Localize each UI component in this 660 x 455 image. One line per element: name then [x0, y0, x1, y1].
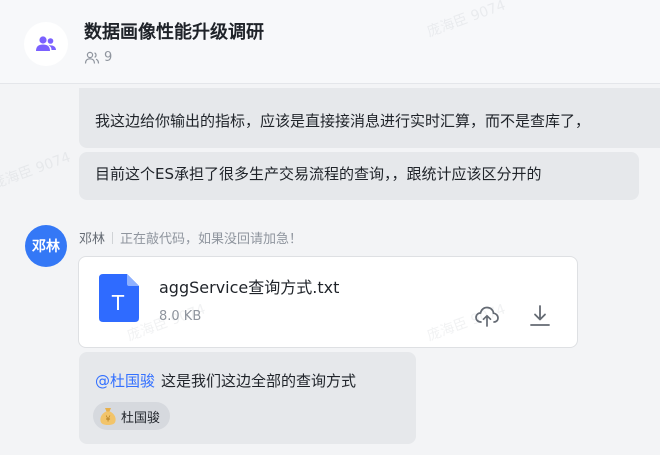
member-count-value: 9	[104, 50, 113, 65]
watermark: 庞海臣 9074	[0, 149, 73, 193]
member-count[interactable]: 9	[84, 50, 112, 65]
message-text: 我这边给你输出的指标，应该是直接接消息进行实时汇算，而不是查库了，	[95, 112, 591, 130]
message-text: 目前这个ES承担了很多生产交易流程的查询，，跟统计应该区分开的	[95, 165, 542, 183]
svg-text:¥: ¥	[105, 415, 110, 424]
download-icon	[530, 305, 550, 326]
file-attachment-card[interactable]: T aggService查询方式.txt 8.0 KB	[78, 256, 578, 348]
group-avatar[interactable]	[24, 22, 68, 66]
message-body: 这是我们这边全部的查询方式	[161, 372, 357, 390]
divider	[112, 231, 114, 244]
message-bubble[interactable]: 我这边给你输出的指标，应该是直接接消息进行实时汇算，而不是查库了，	[79, 88, 660, 148]
chat-title[interactable]: 数据画像性能升级调研	[84, 18, 264, 44]
file-icon-letter: T	[111, 291, 125, 315]
cloud-upload-icon	[475, 306, 499, 327]
txt-file-icon: T	[99, 274, 139, 326]
file-size: 8.0 KB	[159, 309, 202, 324]
reaction-user: 杜国骏	[121, 410, 161, 426]
file-name[interactable]: aggService查询方式.txt	[159, 274, 339, 298]
chat-header: 数据画像性能升级调研 9	[0, 0, 660, 84]
sender-info: 邓林 正在敲代码，如果没回请加急！	[79, 228, 302, 247]
message-bubble[interactable]: @杜国骏 这是我们这边全部的查询方式 ¥ 杜国骏	[79, 352, 416, 444]
group-icon	[36, 36, 56, 51]
save-to-cloud-button[interactable]	[474, 303, 500, 329]
sender-name[interactable]: 邓林	[79, 228, 105, 247]
message-text: @杜国骏 这是我们这边全部的查询方式	[95, 370, 356, 391]
sender-status: 正在敲代码，如果没回请加急！	[120, 232, 303, 247]
members-icon	[84, 51, 100, 64]
message-bubble[interactable]: 目前这个ES承担了很多生产交易流程的查询，，跟统计应该区分开的	[79, 152, 639, 200]
sender-avatar[interactable]: 邓林	[25, 225, 67, 267]
download-button[interactable]	[528, 303, 552, 329]
reaction-chip[interactable]: ¥ 杜国骏	[93, 402, 171, 430]
money-bag-icon: ¥	[100, 408, 116, 425]
mention-link[interactable]: @杜国骏	[95, 372, 155, 390]
